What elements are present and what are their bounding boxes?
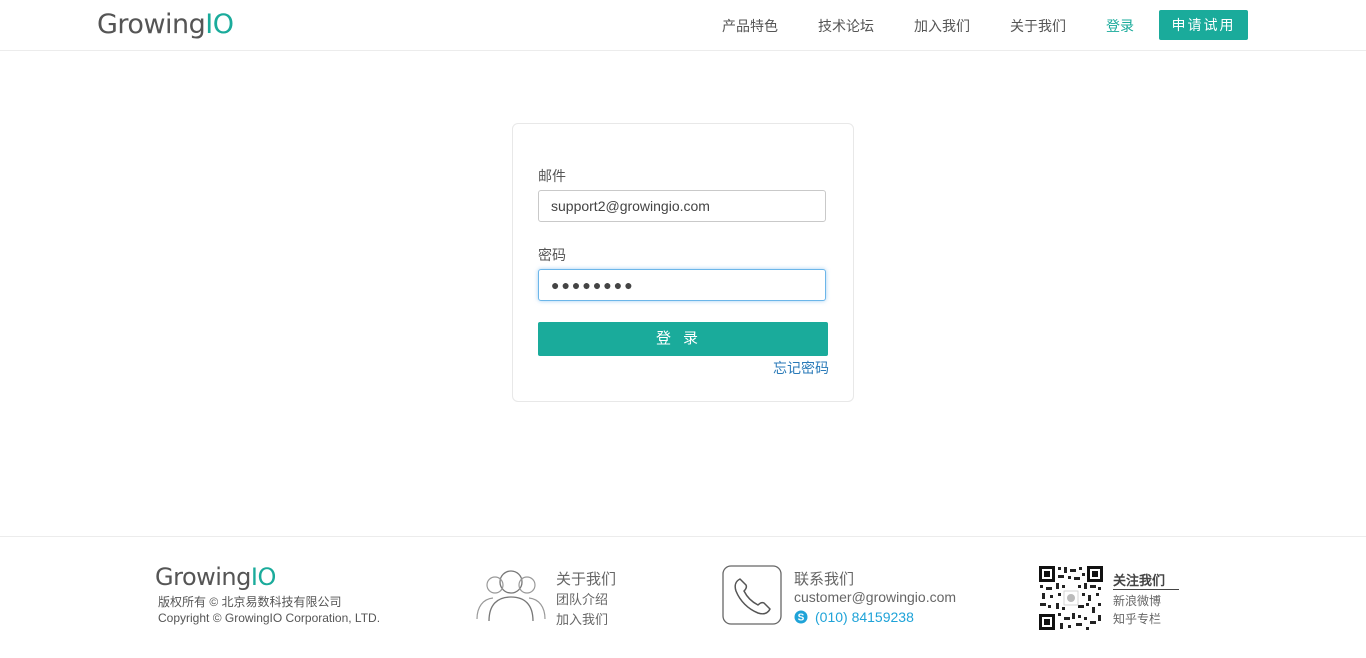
copyright-cn: 版权所有 © 北京易数科技有限公司 — [158, 595, 342, 609]
login-button[interactable]: 登录 — [538, 322, 828, 356]
copyright-en: Copyright © GrowingIO Corporation, LTD. — [158, 611, 381, 625]
about-title: 关于我们 — [556, 571, 617, 588]
apply-trial-button[interactable]: 申请试用 — [1159, 10, 1248, 40]
footer-logo: GrowingIO — [155, 563, 276, 591]
contact-email[interactable]: customer@growingio.com — [794, 589, 956, 605]
forgot-password-link[interactable]: 忘记密码 — [773, 358, 829, 378]
nav-login[interactable]: 登录 — [1106, 16, 1134, 36]
phone-icon — [722, 565, 782, 625]
contact-phone[interactable]: (010) 84159238 — [815, 609, 914, 625]
contact-title: 联系我们 — [794, 571, 855, 588]
skype-icon: S — [794, 610, 808, 624]
logo-text: Growing — [97, 9, 206, 40]
people-icon — [475, 565, 547, 623]
email-label: 邮件 — [538, 168, 566, 184]
brand-logo[interactable]: GrowingIO — [97, 9, 234, 40]
email-field[interactable] — [538, 190, 826, 222]
logo-text-accent: IO — [205, 9, 234, 40]
nav-forum[interactable]: 技术论坛 — [818, 16, 874, 36]
footer-logo-text-accent: IO — [250, 563, 276, 591]
qr-code — [1038, 565, 1104, 631]
footer-logo-text: Growing — [155, 563, 251, 591]
team-intro-link[interactable]: 团队介绍 — [556, 589, 608, 608]
zhihu-link[interactable]: 知乎专栏 — [1113, 610, 1161, 627]
nav-about-us[interactable]: 关于我们 — [1010, 16, 1066, 36]
nav-join-us[interactable]: 加入我们 — [914, 16, 970, 36]
join-us-link[interactable]: 加入我们 — [556, 609, 608, 628]
nav-features[interactable]: 产品特色 — [722, 16, 778, 36]
login-card: 邮件 密码 登录 忘记密码 — [512, 123, 854, 402]
weibo-link[interactable]: 新浪微博 — [1113, 592, 1161, 609]
follow-title: 关注我们 — [1113, 570, 1180, 590]
site-footer: GrowingIO 版权所有 © 北京易数科技有限公司 Copyright © … — [0, 536, 1366, 658]
password-label: 密码 — [538, 247, 566, 263]
password-field[interactable] — [538, 269, 826, 301]
top-header: GrowingIO 产品特色 技术论坛 加入我们 关于我们 登录 申请试用 — [0, 0, 1366, 51]
svg-text:S: S — [798, 613, 805, 624]
